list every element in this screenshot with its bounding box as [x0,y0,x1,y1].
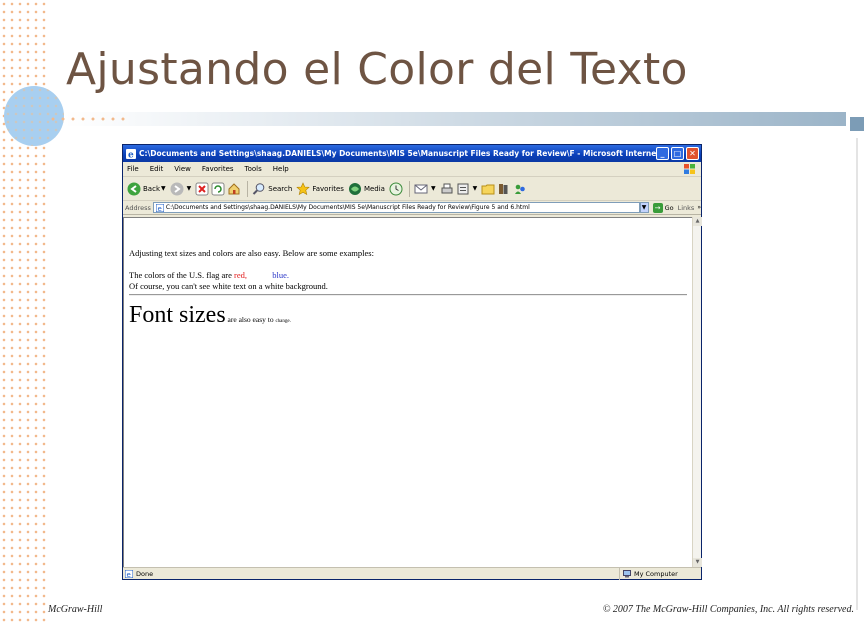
page-icon: e [155,203,164,212]
print-icon[interactable] [440,182,454,196]
home-icon[interactable] [227,182,241,196]
white-text: white, [249,270,271,280]
decorative-dot-strip [48,114,128,124]
history-icon[interactable] [389,182,403,196]
stop-icon[interactable] [195,182,209,196]
back-dropdown-icon[interactable]: ▼ [161,185,166,192]
search-icon [253,182,265,195]
vertical-scrollbar[interactable]: ▲ ▼ [692,217,702,567]
back-label: Back [143,184,160,193]
large-text: Font sizes [129,302,226,328]
svg-text:e: e [128,150,134,159]
slide-title: Ajustando el Color del Texto [66,44,688,95]
mail-dropdown-icon[interactable]: ▼ [431,185,436,192]
title-underline-square [850,117,864,131]
footer-copyright: © 2007 The McGraw-Hill Companies, Inc. A… [602,604,854,615]
folder-icon[interactable] [481,182,495,196]
go-label: Go [664,203,674,212]
forward-button[interactable]: ▼ [170,182,192,196]
menu-item-help[interactable]: Help [273,165,289,173]
toolbar-separator [247,180,249,197]
title-underline-bar [64,112,846,126]
horizontal-rule [129,294,687,296]
intro-text: Adjusting text sizes and colors are also… [129,248,374,258]
small-text: change. [275,319,291,324]
media-label: Media [363,184,385,193]
menu-item-file[interactable]: File [127,165,139,173]
windows-flag-icon [684,164,695,174]
media-button[interactable]: Media [348,182,385,196]
toolbar-separator [408,180,410,197]
status-zone: My Computer [619,567,701,580]
links-chevron-icon[interactable]: » [697,204,701,211]
svg-text:e: e [157,204,161,211]
star-icon [296,181,311,195]
blue-text: blue. [272,270,290,280]
back-arrow-icon [127,182,141,195]
go-button[interactable]: → Go [652,202,674,213]
maximize-button[interactable]: □ [671,147,684,160]
edit-icon [457,183,469,194]
page-status-icon: e [125,569,133,578]
menu-item-tools[interactable]: Tools [245,165,262,173]
status-done: Done [136,569,154,578]
medium-text: are also easy to [225,315,276,324]
forward-arrow-icon [170,182,184,195]
browser-window: e C:\Documents and Settings\shaag.DANIEL… [122,144,702,580]
flag-colors-prefix: The colors of the U.S. flag are [129,270,235,280]
status-left: e Done [125,569,619,578]
menu-item-edit[interactable]: Edit [150,165,164,173]
flag-colors-text: The colors of the U.S. flag are red, whi… [129,270,289,280]
slide-right-rule [856,138,858,610]
close-button[interactable]: ✕ [686,147,699,160]
svg-text:e: e [127,570,131,577]
status-bar: e Done My Computer [123,567,701,580]
computer-icon [623,569,631,577]
research-icon[interactable] [497,182,511,196]
scroll-up-icon[interactable]: ▲ [693,217,702,226]
ie-logo-icon: e [126,148,136,159]
menu-item-favorites[interactable]: Favorites [202,165,234,173]
status-my-computer: My Computer [634,569,678,578]
menu-item-view[interactable]: View [174,165,191,173]
menu-bar: File Edit View Favorites Tools Help [123,162,701,177]
back-button[interactable]: Back ▼ [127,182,166,196]
red-text: red, [234,270,248,280]
address-label: Address [125,203,151,212]
media-icon [348,182,361,195]
edit-dropdown-icon[interactable]: ▼ [473,185,478,192]
messenger-icon[interactable] [513,182,527,196]
minimize-button[interactable]: _ [656,147,669,160]
browser-titlebar[interactable]: e C:\Documents and Settings\shaag.DANIEL… [123,145,701,162]
browser-title: C:\Documents and Settings\shaag.DANIELS\… [139,149,656,158]
favorites-label: Favorites [312,184,344,193]
mail-icon [414,184,428,193]
footer-publisher: McGraw-Hill [48,604,103,615]
font-sizes-example: Font sizes are also easy to change. [129,302,291,329]
white-background-note: Of course, you can't see white text on a… [129,281,328,291]
forward-dropdown-icon[interactable]: ▼ [187,185,192,192]
address-bar: Address e C:\Documents and Settings\shaa… [123,201,701,215]
address-input[interactable]: e C:\Documents and Settings\shaag.DANIEL… [152,202,640,213]
favorites-button[interactable]: Favorites [296,181,344,196]
search-button[interactable]: Search [252,182,292,196]
page-content-area: Adjusting text sizes and colors are also… [123,217,693,567]
edit-button[interactable]: ▼ [456,182,478,196]
toolbar: Back ▼ ▼ Search Favorites Media ▼ ▼ [123,177,701,201]
search-label: Search [268,184,293,193]
scroll-down-icon[interactable]: ▼ [693,558,702,567]
mail-button[interactable]: ▼ [414,182,436,196]
links-label[interactable]: Links [678,204,695,212]
refresh-icon[interactable] [211,182,225,196]
address-value: C:\Documents and Settings\shaag.DANIELS\… [165,204,530,211]
address-dropdown-icon[interactable]: ▼ [639,202,649,213]
go-arrow-icon: → [652,202,663,213]
